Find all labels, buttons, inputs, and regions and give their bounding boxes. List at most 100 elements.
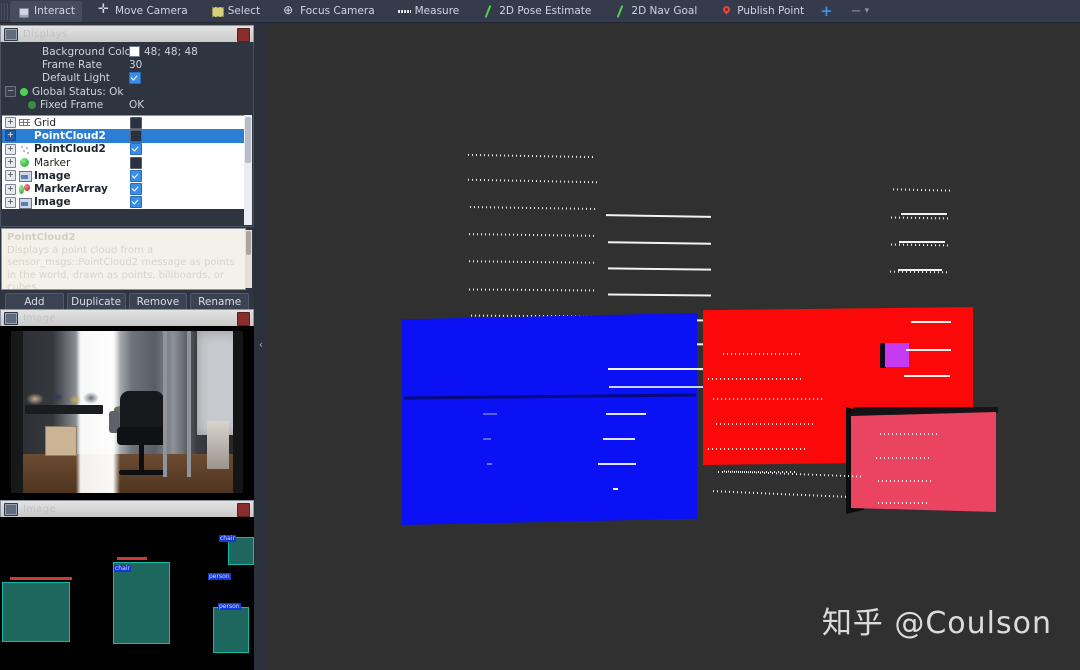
- expand-icon[interactable]: +: [5, 170, 16, 182]
- tree-value[interactable]: [130, 129, 142, 142]
- toolbar-drag-grip[interactable]: [1, 2, 8, 20]
- pose-estimate-icon: [482, 5, 495, 18]
- tree-item-label: Marker: [34, 156, 71, 169]
- grid-icon: [19, 117, 31, 128]
- tool-2d-pose-estimate[interactable]: 2D Pose Estimate: [475, 1, 598, 22]
- description-body: Displays a point cloud from a sensor_msg…: [7, 244, 235, 290]
- remove-tool-button[interactable]: −: [842, 4, 865, 19]
- tree-item-label: MarkerArray: [34, 183, 108, 196]
- photo-chair-stem: [139, 444, 144, 472]
- tool-focus-camera[interactable]: Focus Camera: [276, 1, 382, 22]
- expand-icon[interactable]: +: [5, 117, 16, 129]
- tree-item-label: PointCloud2: [34, 129, 106, 142]
- pointcloud-scanline: [467, 178, 599, 184]
- expand-icon[interactable]: +: [5, 143, 16, 155]
- pointcloud-scanline: [890, 216, 952, 220]
- tool-move-camera[interactable]: Move Camera: [91, 1, 195, 22]
- focus-camera-icon: [283, 4, 296, 18]
- tool-publish-point[interactable]: Publish Point: [713, 1, 811, 22]
- pointcloud-scanline: [603, 438, 635, 440]
- camera-image-2[interactable]: chair person chair person: [0, 517, 254, 670]
- displays-property-tree[interactable]: Background Color 48; 48; 48 Frame Rate 3…: [0, 42, 254, 227]
- left-dock-column: Displays Background Color 48; 48; 48 Fra…: [0, 23, 254, 670]
- tree-value[interactable]: [130, 156, 142, 169]
- property-value-wrap[interactable]: 30: [129, 59, 142, 71]
- property-row-fixed-frame[interactable]: Fixed Frame OK: [1, 98, 253, 111]
- expand-icon[interactable]: +: [5, 130, 16, 142]
- tree-row-image-1[interactable]: + Image: [2, 169, 247, 183]
- magenta-inset-marker: [885, 343, 909, 367]
- tool-label: 2D Pose Estimate: [499, 5, 592, 17]
- property-row-default-light[interactable]: Default Light: [1, 72, 253, 85]
- tool-label: 2D Nav Goal: [631, 5, 698, 17]
- tree-row-pointcloud2[interactable]: + PointCloud2: [2, 142, 247, 156]
- color-swatch[interactable]: [129, 46, 140, 58]
- tool-measure[interactable]: Measure: [391, 1, 467, 22]
- close-icon[interactable]: [237, 28, 250, 42]
- image-2-title: Image: [23, 503, 56, 515]
- expand-icon[interactable]: +: [5, 183, 16, 195]
- camera-image-1[interactable]: [0, 326, 254, 500]
- pointcloud-scanline: [483, 438, 491, 440]
- tree-value[interactable]: [130, 116, 142, 129]
- image-icon: [4, 502, 18, 516]
- tree-value[interactable]: [130, 143, 142, 156]
- image-2-title-bar[interactable]: Image: [0, 500, 254, 517]
- enable-checkbox[interactable]: [130, 143, 142, 156]
- add-tool-button[interactable]: +: [811, 3, 842, 19]
- tree-row-grid[interactable]: + Grid: [2, 116, 247, 130]
- tree-row-image-2[interactable]: + Image: [2, 195, 247, 210]
- pointcloud-scanline: [708, 448, 808, 450]
- tool-label: Interact: [34, 5, 75, 17]
- pointcloud-scanline: [607, 267, 712, 271]
- tool-interact[interactable]: Interact: [10, 0, 82, 22]
- photo-window-frame: [187, 331, 191, 477]
- tree-row-marker[interactable]: + Marker: [2, 155, 247, 170]
- enable-checkbox[interactable]: [130, 196, 142, 209]
- expand-icon[interactable]: +: [5, 196, 16, 208]
- tree-row-markerarray[interactable]: + MarkerArray: [2, 182, 247, 196]
- display-description: PointCloud2 Displays a point cloud from …: [1, 228, 246, 290]
- close-icon[interactable]: [237, 503, 250, 517]
- tree-value[interactable]: [130, 183, 142, 196]
- default-light-checkbox[interactable]: [129, 72, 141, 85]
- display-tree[interactable]: + Grid + PointCloud2 + PointCloud2 + Mar…: [2, 115, 247, 210]
- tool-2d-nav-goal[interactable]: 2D Nav Goal: [607, 1, 704, 22]
- tree-row-pointcloud2-selected[interactable]: + PointCloud2: [2, 129, 247, 143]
- pointcloud-scanline: [901, 213, 947, 215]
- collapse-panel-button[interactable]: ‹: [256, 337, 266, 353]
- image-1-title-bar[interactable]: Image: [0, 309, 254, 326]
- close-icon[interactable]: [237, 312, 250, 326]
- property-row-global-status[interactable]: − Global Status: Ok: [1, 85, 253, 98]
- display-monitor-icon: [4, 27, 18, 41]
- chevron-down-icon[interactable]: ▾: [865, 6, 878, 16]
- tree-value[interactable]: [130, 196, 142, 209]
- displays-title-bar[interactable]: Displays: [0, 25, 254, 42]
- enable-checkbox[interactable]: [130, 169, 142, 182]
- image-1-title: Image: [23, 312, 56, 324]
- pointcloud-scanline: [878, 502, 930, 504]
- property-value-wrap[interactable]: 48; 48; 48: [129, 46, 198, 58]
- property-name: Fixed Frame: [40, 98, 104, 111]
- property-row-frame-rate[interactable]: Frame Rate 30: [1, 58, 253, 71]
- pointcloud-scanline: [880, 433, 938, 435]
- description-scrollbar[interactable]: [245, 230, 252, 288]
- segmentation-label: chair: [219, 535, 236, 542]
- expand-icon[interactable]: +: [5, 157, 16, 169]
- pointcloud-scanline: [892, 188, 952, 192]
- segmentation-label: person: [218, 603, 241, 610]
- tree-scrollbar[interactable]: [244, 115, 252, 225]
- property-name: Frame Rate: [42, 58, 103, 71]
- property-value-wrap[interactable]: [129, 72, 141, 85]
- enable-checkbox[interactable]: [130, 183, 142, 196]
- enable-checkbox[interactable]: [130, 156, 142, 169]
- property-row-background-color[interactable]: Background Color 48; 48; 48: [1, 45, 253, 58]
- tree-value[interactable]: [130, 169, 142, 182]
- enable-checkbox[interactable]: [130, 116, 142, 129]
- enable-checkbox[interactable]: [130, 129, 142, 142]
- move-camera-icon: [98, 3, 111, 18]
- collapse-icon[interactable]: −: [5, 86, 16, 98]
- tool-select[interactable]: Select: [204, 1, 267, 22]
- photo-cardboard-box: [45, 426, 77, 456]
- 3d-render-viewport[interactable]: 知乎 @Coulson: [268, 23, 1080, 670]
